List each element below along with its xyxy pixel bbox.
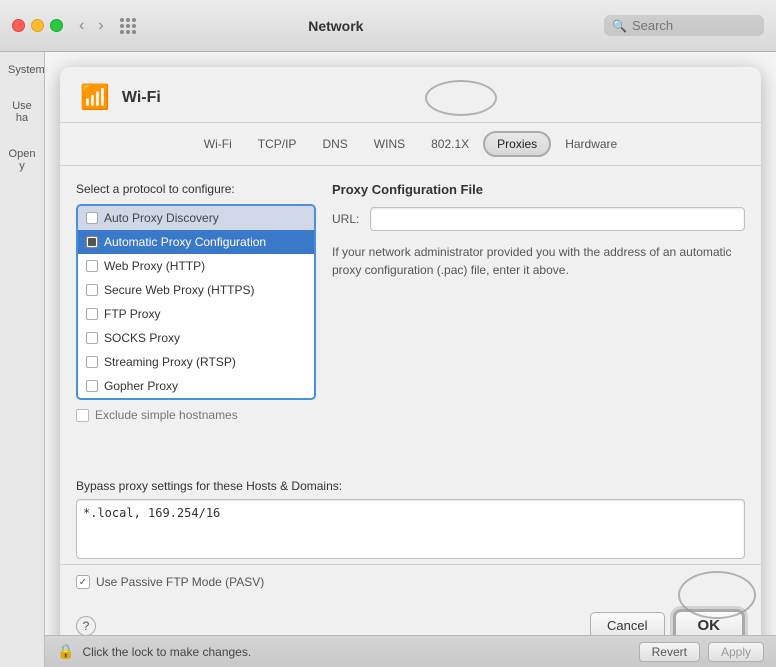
passive-ftp-row: ✓ Use Passive FTP Mode (PASV): [76, 575, 264, 589]
tab-wifi[interactable]: Wi-Fi: [192, 131, 244, 157]
lock-left: 🔒 Click the lock to make changes.: [57, 643, 251, 660]
sidebar: System Use ha Open y: [0, 52, 45, 667]
protocol-section-label: Select a protocol to configure:: [76, 182, 316, 196]
proto-auto-proxy-discovery[interactable]: Auto Proxy Discovery: [78, 206, 314, 230]
tab-proxies[interactable]: Proxies: [483, 131, 551, 157]
panel-footer: ✓ Use Passive FTP Mode (PASV): [60, 564, 761, 599]
proto-gopher-checkbox[interactable]: [86, 380, 98, 392]
bypass-section: Bypass proxy settings for these Hosts & …: [60, 479, 761, 564]
wifi-icon: 📶: [80, 83, 110, 112]
proto-web-proxy-http-checkbox[interactable]: [86, 260, 98, 272]
search-box[interactable]: 🔍: [604, 15, 764, 36]
proto-web-proxy-http-label: Web Proxy (HTTP): [104, 259, 205, 273]
tab-hardware[interactable]: Hardware: [553, 131, 629, 157]
proto-streaming-checkbox[interactable]: [86, 356, 98, 368]
passive-ftp-label: Use Passive FTP Mode (PASV): [96, 575, 264, 589]
bypass-label: Bypass proxy settings for these Hosts & …: [76, 479, 745, 493]
bypass-textarea[interactable]: *.local, 169.254/16: [76, 499, 745, 559]
tab-bar: Wi-Fi TCP/IP DNS WINS 802.1X Proxies Har…: [60, 123, 761, 166]
proto-ftp-proxy[interactable]: FTP Proxy: [78, 302, 314, 326]
proto-socks-checkbox[interactable]: [86, 332, 98, 344]
maximize-button[interactable]: [50, 19, 63, 32]
tab-tcpip[interactable]: TCP/IP: [246, 131, 309, 157]
lock-bar: 🔒 Click the lock to make changes. Revert…: [45, 635, 776, 667]
passive-ftp-checkbox[interactable]: ✓: [76, 575, 90, 589]
proto-streaming-label: Streaming Proxy (RTSP): [104, 355, 236, 369]
protocol-list: Auto Proxy Discovery Automatic Proxy Con…: [76, 204, 316, 400]
close-button[interactable]: [12, 19, 25, 32]
lock-text: Click the lock to make changes.: [82, 645, 251, 659]
proto-web-proxy-http[interactable]: Web Proxy (HTTP): [78, 254, 314, 278]
revert-button[interactable]: Revert: [639, 642, 700, 662]
url-row: URL:: [332, 207, 745, 231]
panel-header: 📶 Wi-Fi: [60, 67, 761, 123]
proto-socks-label: SOCKS Proxy: [104, 331, 180, 345]
proto-auto-proxy-checkbox[interactable]: [86, 212, 98, 224]
protocol-column: Select a protocol to configure: Auto Pro…: [76, 182, 316, 463]
tab-8021x[interactable]: 802.1X: [419, 131, 481, 157]
proxy-config-title: Proxy Configuration File: [332, 182, 745, 197]
main-content: 📶 Wi-Fi Wi-Fi TCP/IP DNS WINS 802.1X Pro…: [45, 52, 776, 667]
sidebar-item-system: System: [0, 52, 44, 88]
titlebar: ‹ › Network 🔍: [0, 0, 776, 52]
url-input[interactable]: [370, 207, 745, 231]
minimize-button[interactable]: [31, 19, 44, 32]
search-input[interactable]: [632, 18, 752, 33]
sidebar-item-use: Use ha: [0, 88, 44, 136]
network-panel: 📶 Wi-Fi Wi-Fi TCP/IP DNS WINS 802.1X Pro…: [60, 67, 761, 652]
proxy-info-text: If your network administrator provided y…: [332, 243, 745, 279]
proto-ftp-label: FTP Proxy: [104, 307, 160, 321]
url-label: URL:: [332, 212, 362, 226]
proto-auto-proxy-label: Auto Proxy Discovery: [104, 211, 219, 225]
proto-auto-proxy-config[interactable]: Automatic Proxy Configuration: [78, 230, 314, 254]
sidebar-item-open: Open y: [0, 136, 44, 184]
traffic-lights: [12, 19, 63, 32]
apply-button[interactable]: Apply: [708, 642, 764, 662]
proto-streaming-proxy[interactable]: Streaming Proxy (RTSP): [78, 350, 314, 374]
exclude-row: Exclude simple hostnames: [76, 408, 316, 422]
search-icon: 🔍: [612, 19, 627, 33]
proto-socks-proxy[interactable]: SOCKS Proxy: [78, 326, 314, 350]
exclude-checkbox[interactable]: [76, 409, 89, 422]
proto-gopher-proxy[interactable]: Gopher Proxy: [78, 374, 314, 398]
proto-gopher-label: Gopher Proxy: [104, 379, 178, 393]
panel-title: Wi-Fi: [122, 89, 161, 107]
lock-right: Revert Apply: [639, 642, 764, 662]
proto-ftp-checkbox[interactable]: [86, 308, 98, 320]
proto-secure-web-label: Secure Web Proxy (HTTPS): [104, 283, 254, 297]
exclude-label: Exclude simple hostnames: [95, 408, 238, 422]
tab-dns[interactable]: DNS: [310, 131, 359, 157]
tab-wins[interactable]: WINS: [362, 131, 417, 157]
proto-auto-proxy-config-label: Automatic Proxy Configuration: [104, 235, 266, 249]
help-button[interactable]: ?: [76, 616, 96, 636]
proxy-config-column: Proxy Configuration File URL: If your ne…: [332, 182, 745, 463]
proto-secure-web-proxy[interactable]: Secure Web Proxy (HTTPS): [78, 278, 314, 302]
panel-body: Select a protocol to configure: Auto Pro…: [60, 166, 761, 479]
proto-auto-proxy-config-checkbox[interactable]: [86, 236, 98, 248]
window-title: Network: [68, 18, 604, 34]
lock-icon[interactable]: 🔒: [57, 643, 74, 660]
proto-secure-web-checkbox[interactable]: [86, 284, 98, 296]
